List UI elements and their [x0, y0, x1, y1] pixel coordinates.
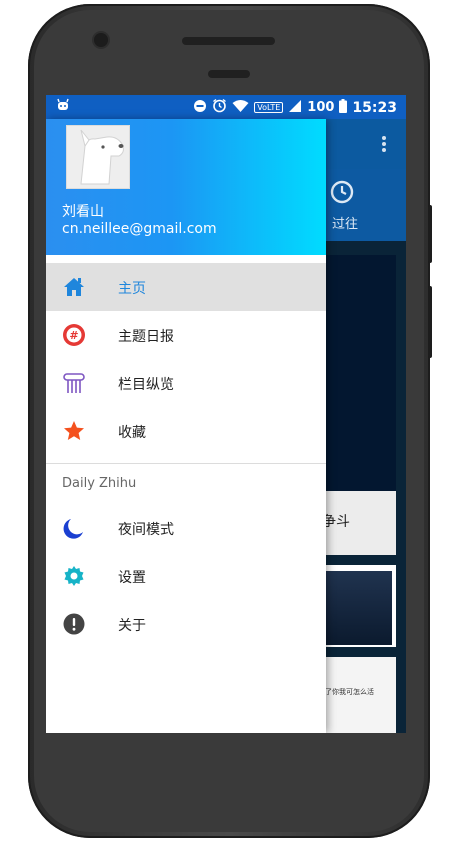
drawer-item-label: 主页: [118, 281, 146, 297]
android-icon: [56, 98, 70, 116]
story-card-title: 争斗: [322, 514, 350, 530]
story-card-3-title: 没了你我可怎么活: [318, 688, 374, 696]
drawer-item-theme-daily[interactable]: # 主题日报: [46, 311, 326, 359]
user-name: 刘看山: [62, 204, 104, 220]
battery-icon: [339, 98, 348, 117]
avatar[interactable]: [66, 125, 130, 189]
drawer-header: 刘看山 cn.neillee@gmail.com: [46, 119, 326, 255]
gear-icon: [62, 564, 86, 588]
overflow-menu-icon[interactable]: [382, 135, 386, 157]
navigation-drawer: 刘看山 cn.neillee@gmail.com 主页 # 主题日报 栏目纵览 …: [46, 119, 326, 733]
proximity-sensor: [208, 70, 250, 78]
story-card-2-image: [320, 571, 392, 645]
drawer-item-favorites[interactable]: 收藏: [46, 407, 326, 455]
svg-text:#: #: [69, 329, 78, 342]
tab-past[interactable]: 过往: [332, 213, 358, 232]
volume-button: [428, 205, 432, 263]
history-icon[interactable]: [329, 179, 357, 207]
drawer-item-label: 收藏: [118, 425, 146, 441]
earpiece-speaker: [182, 37, 275, 45]
alarm-icon: [212, 98, 227, 117]
home-icon: [62, 275, 86, 299]
volte-badge: VoLTE: [254, 102, 284, 113]
drawer-item-about[interactable]: 关于: [46, 600, 326, 648]
power-button: [428, 286, 432, 358]
drawer-item-label: 主题日报: [118, 329, 174, 345]
columns-icon: [62, 371, 86, 395]
drawer-item-label: 夜间模式: [118, 522, 174, 538]
battery-level: 100: [307, 100, 335, 115]
hashtag-icon: #: [62, 323, 86, 347]
front-camera: [94, 33, 108, 47]
star-icon: [62, 419, 86, 443]
drawer-item-label: 关于: [118, 618, 146, 634]
dog-avatar-icon: [80, 129, 124, 185]
drawer-item-home[interactable]: 主页: [46, 263, 326, 311]
drawer-item-columns[interactable]: 栏目纵览: [46, 359, 326, 407]
moon-icon: [62, 516, 86, 540]
status-bar: VoLTE 100 15:23: [46, 95, 406, 119]
dnd-icon: [193, 99, 207, 117]
drawer-item-label: 设置: [118, 570, 146, 586]
clock: 15:23: [352, 99, 397, 116]
drawer-menu: 主页 # 主题日报 栏目纵览 收藏 Daily Zhihu 夜间模式 设置 关于: [46, 263, 326, 648]
wifi-icon: [232, 99, 249, 117]
signal-icon: [288, 99, 302, 117]
screen: VoLTE 100 15:23 过往 争斗 没了你我可怎么活 刘看山 cn.ne…: [46, 95, 406, 733]
user-email: cn.neillee@gmail.com: [62, 221, 217, 237]
info-icon: [62, 612, 86, 636]
section-title: Daily Zhihu: [62, 476, 137, 491]
drawer-item-label: 栏目纵览: [118, 377, 174, 393]
drawer-item-settings[interactable]: 设置: [46, 552, 326, 600]
drawer-item-night-mode[interactable]: 夜间模式: [46, 504, 326, 552]
